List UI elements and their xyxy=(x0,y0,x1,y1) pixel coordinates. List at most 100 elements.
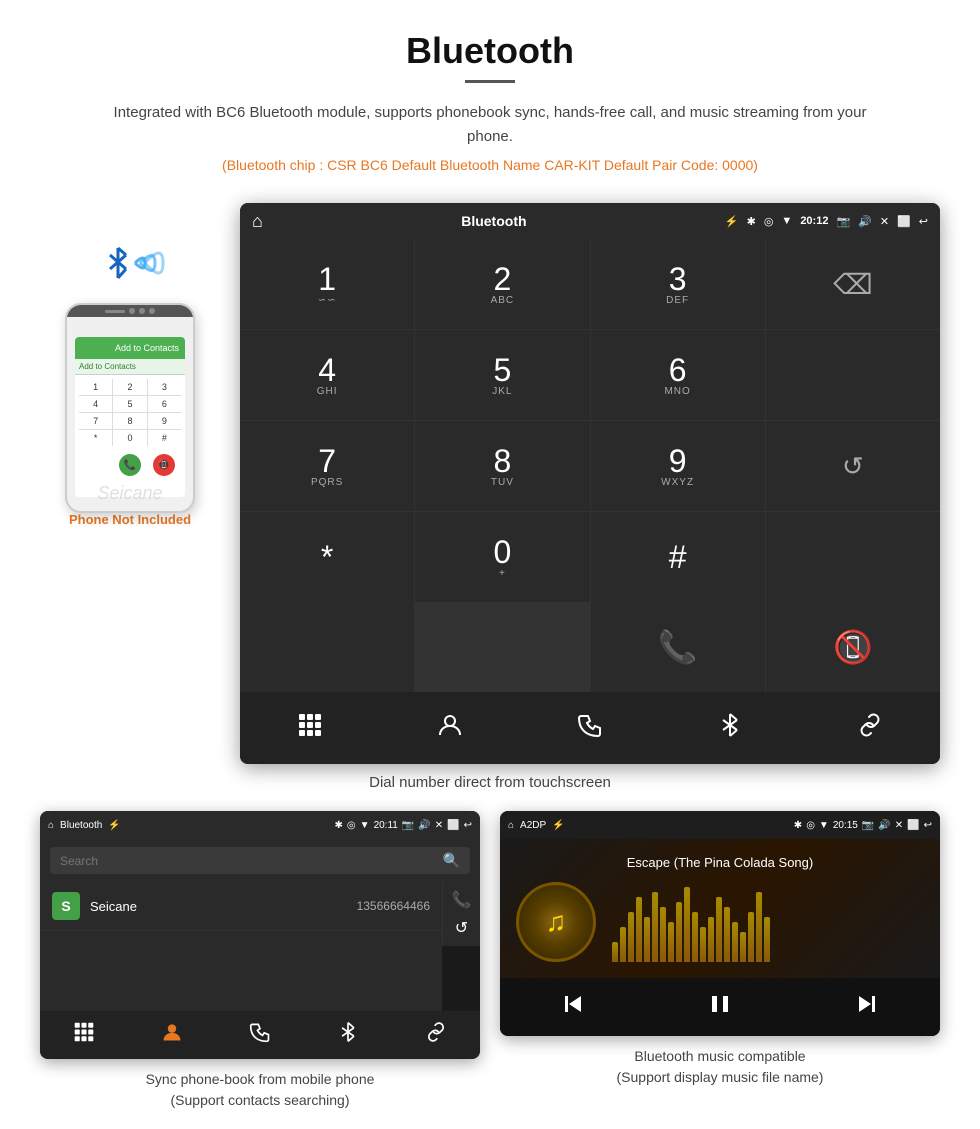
music-bar xyxy=(724,907,730,962)
music-win-icon[interactable]: ⬜ xyxy=(907,820,919,831)
toolbar-phone-btn[interactable] xyxy=(563,704,617,752)
pb-home-icon[interactable]: ⌂ xyxy=(48,820,54,831)
pb-toolbar-dialpad-btn[interactable] xyxy=(73,1021,95,1049)
page-description: Integrated with BC6 Bluetooth module, su… xyxy=(110,101,870,149)
page-header: Bluetooth Integrated with BC6 Bluetooth … xyxy=(0,0,980,203)
dial-key-2[interactable]: 2 ABC xyxy=(415,239,589,329)
pb-vol-icon[interactable]: 🔊 xyxy=(418,820,430,831)
phone-screen: Add to Contacts Add to Contacts 1 2 3 4 … xyxy=(75,337,185,497)
music-back-icon[interactable]: ↩ xyxy=(924,820,932,831)
page-title: Bluetooth xyxy=(20,30,960,72)
music-time: 20:15 xyxy=(833,820,858,831)
close-icon[interactable]: ✕ xyxy=(880,215,889,228)
toolbar-dialpad-btn[interactable] xyxy=(283,704,337,752)
pb-toolbar-phone-btn[interactable] xyxy=(249,1021,271,1049)
pb-right-phone-icon[interactable]: 📞 xyxy=(452,890,472,910)
dial-key-0[interactable]: 0 + xyxy=(415,512,589,602)
pb-cam-icon[interactable]: 📷 xyxy=(402,820,414,831)
music-status-right: ✱ ◎ ▼ 20:15 📷 🔊 ✕ ⬜ ↩ xyxy=(794,820,932,831)
music-bar xyxy=(660,907,666,962)
music-home-icon[interactable]: ⌂ xyxy=(508,820,514,831)
toolbar-contacts-btn[interactable] xyxy=(423,704,477,752)
music-bar xyxy=(748,912,754,962)
pb-time: 20:11 xyxy=(374,820,398,831)
music-prev-btn[interactable] xyxy=(559,990,587,1024)
bluetooth-specs: (Bluetooth chip : CSR BC6 Default Blueto… xyxy=(20,157,960,173)
main-content-area: Add to Contacts Add to Contacts 1 2 3 4 … xyxy=(0,203,980,764)
pb-content-row: S Seicane 13566664466 📞 ↺ xyxy=(40,882,480,1011)
pb-back-icon[interactable]: ↩ xyxy=(464,820,472,831)
music-visualizer xyxy=(612,882,924,962)
dial-key-6[interactable]: 6 MNO xyxy=(591,330,765,420)
pb-sig-icon: ▼ xyxy=(360,820,370,831)
music-bt-icon: ✱ xyxy=(794,820,802,831)
music-bar xyxy=(612,942,618,962)
dial-key-4[interactable]: 4 GHI xyxy=(240,330,414,420)
dial-key-3[interactable]: 3 DEF xyxy=(591,239,765,329)
dial-key-9[interactable]: 9 WXYZ xyxy=(591,421,765,511)
music-bar xyxy=(700,927,706,962)
music-bar xyxy=(716,897,722,962)
dial-pad-grid: 1 ∽∽ 2 ABC 3 DEF ⌫ 4 GHI 5 JKL xyxy=(240,239,940,602)
music-play-pause-btn[interactable] xyxy=(706,990,734,1024)
pb-right-reload-icon[interactable]: ↺ xyxy=(455,918,468,938)
dial-key-1[interactable]: 1 ∽∽ xyxy=(240,239,414,329)
dial-key-5[interactable]: 5 JKL xyxy=(415,330,589,420)
pb-x-icon[interactable]: ✕ xyxy=(435,820,443,831)
music-album-art: ♫ xyxy=(516,882,596,962)
music-note-icon: ♫ xyxy=(546,906,567,938)
dial-call-red-btn[interactable]: 📵 xyxy=(766,602,940,692)
dial-call-green-btn[interactable]: 📞 xyxy=(591,602,765,692)
music-bar xyxy=(684,887,690,962)
pb-bt-icon: ✱ xyxy=(335,820,343,831)
music-song-title: Escape (The Pina Colada Song) xyxy=(627,855,813,870)
dial-key-8[interactable]: 8 TUV xyxy=(415,421,589,511)
music-cam-icon[interactable]: 📷 xyxy=(862,820,874,831)
music-bar xyxy=(676,902,682,962)
pb-search-input[interactable] xyxy=(60,854,443,868)
music-x-icon[interactable]: ✕ xyxy=(895,820,903,831)
music-vol-icon[interactable]: 🔊 xyxy=(878,820,890,831)
toolbar-bluetooth-btn[interactable] xyxy=(703,704,757,752)
back-icon[interactable]: ↩ xyxy=(919,215,928,228)
dial-key-backspace[interactable]: ⌫ xyxy=(766,239,940,329)
pb-toolbar-person-btn[interactable] xyxy=(161,1021,183,1049)
toolbar-link-btn[interactable] xyxy=(843,704,897,752)
phonebook-caption-line2: (Support contacts searching) xyxy=(171,1092,350,1108)
pb-toolbar-bluetooth-btn[interactable] xyxy=(337,1021,359,1049)
dial-key-hash[interactable]: # xyxy=(591,512,765,602)
title-divider xyxy=(465,80,515,83)
camera-icon[interactable]: 📷 xyxy=(836,215,850,228)
dial-key-reload[interactable]: ↺ xyxy=(766,421,940,511)
pb-status-left: ⌂ Bluetooth ⚡ xyxy=(48,820,121,831)
music-bar xyxy=(708,917,714,962)
dial-key-star[interactable]: * xyxy=(240,512,414,602)
music-bar xyxy=(644,917,650,962)
music-bar xyxy=(652,892,658,962)
bluetooth-status-icon: ✱ xyxy=(747,215,756,228)
dial-key-empty-1 xyxy=(766,330,940,420)
music-sig-icon: ▼ xyxy=(819,820,829,831)
pb-status-bar: ⌂ Bluetooth ⚡ ✱ ◎ ▼ 20:11 📷 🔊 ✕ ⬜ ↩ xyxy=(40,811,480,839)
music-caption: Bluetooth music compatible (Support disp… xyxy=(617,1046,824,1088)
music-caption-line1: Bluetooth music compatible xyxy=(634,1048,805,1064)
phone-device-mockup: Add to Contacts Add to Contacts 1 2 3 4 … xyxy=(65,303,195,513)
dial-key-empty-2 xyxy=(766,512,940,602)
dial-key-7[interactable]: 7 PQRS xyxy=(240,421,414,511)
home-icon[interactable]: ⌂ xyxy=(252,211,263,232)
music-bar xyxy=(764,917,770,962)
volume-icon[interactable]: 🔊 xyxy=(858,215,872,228)
window-icon[interactable]: ⬜ xyxy=(897,215,911,228)
bluetooth-signal-icon xyxy=(90,233,170,293)
music-main-area: Escape (The Pina Colada Song) ♫ xyxy=(500,839,940,978)
music-bar xyxy=(692,912,698,962)
music-next-btn[interactable] xyxy=(853,990,881,1024)
music-loc-icon: ◎ xyxy=(806,820,815,831)
music-bar xyxy=(740,932,746,962)
phone-mockup-area: Add to Contacts Add to Contacts 1 2 3 4 … xyxy=(40,203,220,527)
phone-screen-bar-label: Add to Contacts xyxy=(115,343,179,353)
pb-contact-row[interactable]: S Seicane 13566664466 xyxy=(40,882,442,931)
signal-icon: ▼ xyxy=(781,215,792,227)
pb-win-icon[interactable]: ⬜ xyxy=(447,820,459,831)
pb-toolbar-link-btn[interactable] xyxy=(425,1021,447,1049)
